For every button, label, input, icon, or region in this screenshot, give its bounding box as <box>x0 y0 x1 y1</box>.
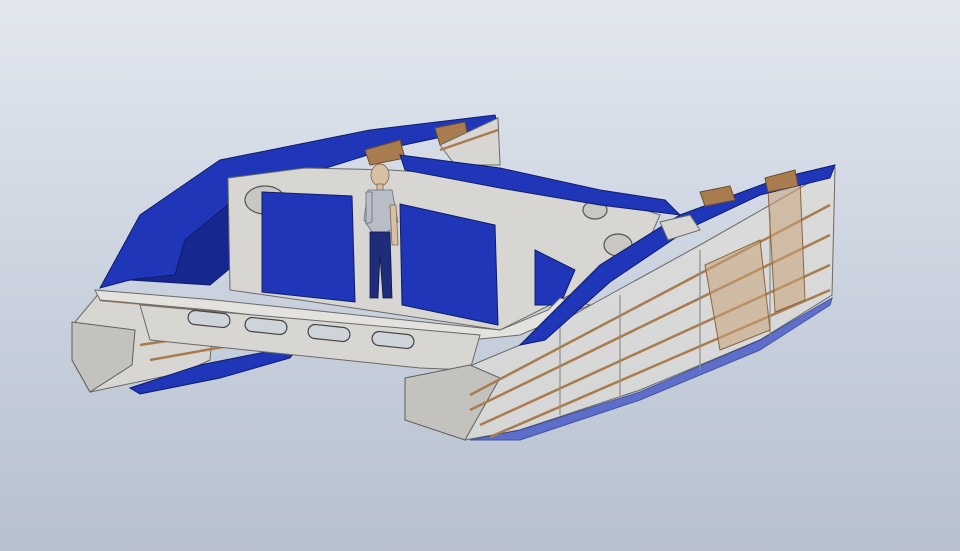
catamaran-cad-model <box>71 114 836 441</box>
right-bulkhead-2 <box>767 179 806 313</box>
cad-viewport[interactable] <box>0 0 960 551</box>
cabin-door-right <box>399 203 499 326</box>
figure-arm-left <box>365 191 373 225</box>
figure-head <box>370 163 390 187</box>
cabin-door-left <box>261 191 356 303</box>
figure-neck <box>376 183 384 191</box>
